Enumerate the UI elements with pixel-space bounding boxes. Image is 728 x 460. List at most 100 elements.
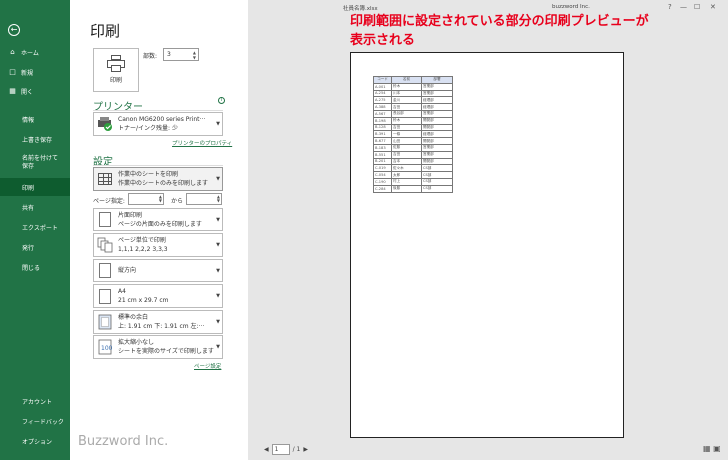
print-what-desc: 作業中のシートのみを印刷します: [118, 180, 209, 187]
page-navigator: ◀ 1 / 1 ▶: [264, 444, 308, 455]
scaling-desc: シートを実際のサイズで印刷します: [118, 348, 214, 355]
printer-name: Canon MG6200 series Print···: [118, 116, 206, 123]
page-from-input[interactable]: ▲ ▼: [128, 193, 164, 205]
prev-page-icon[interactable]: ◀: [264, 446, 269, 453]
sidebar-item-save[interactable]: 上書き保存: [0, 130, 70, 148]
copies-input[interactable]: 3 ▲ ▼: [163, 48, 199, 61]
next-page-icon[interactable]: ▶: [303, 446, 308, 453]
sidebar-item-home[interactable]: ⌂ ホーム: [0, 43, 70, 61]
margins-dropdown[interactable]: 標準の余白 上: 1.91 cm 下: 1.91 cm 左:··· ▼: [93, 310, 223, 334]
table-row: B-198 鈴木 開発部: [373, 116, 453, 125]
divider: [93, 165, 223, 166]
page-title: 印刷: [90, 22, 121, 40]
show-margins-icon[interactable]: ▦: [703, 444, 711, 453]
column-header: 名前: [391, 76, 422, 84]
table-cell: B-183: [373, 143, 392, 152]
print-settings-panel: 印刷 印刷 部数: 3 ▲ ▼ プリンター i Canon MG6200 seri…: [70, 0, 248, 460]
chevron-down-icon: ▼: [216, 293, 220, 299]
copies-value: 3: [167, 51, 171, 58]
table-cell: C-284: [373, 184, 392, 193]
orientation-dropdown[interactable]: 縦方向 ▼: [93, 259, 223, 282]
column-header: 部署: [421, 76, 453, 84]
spin-icon[interactable]: ▲ ▼: [159, 195, 162, 203]
back-arrow-icon[interactable]: ←: [8, 24, 20, 36]
table-row: C-190 村上 CS部: [373, 177, 453, 186]
sidebar-item-label: 名前を付けて保存: [22, 155, 59, 170]
sidebar-item-account[interactable]: アカウント: [0, 392, 70, 410]
sidebar-item-save-as[interactable]: 名前を付けて保存: [0, 152, 70, 174]
current-page-input[interactable]: 1: [271, 444, 290, 455]
zoom-page-icon[interactable]: ▣: [713, 444, 721, 453]
maximize-icon[interactable]: ☐: [694, 3, 700, 11]
sidebar-item-feedback[interactable]: フィードバック: [0, 412, 70, 430]
collate-icon: [95, 235, 115, 255]
page-setup-link[interactable]: ページ設定: [194, 362, 221, 370]
column-header: コード: [373, 76, 392, 84]
table-cell: 吉田: [391, 103, 422, 111]
table-cell: 山田: [391, 137, 422, 145]
printer-icon: [106, 55, 126, 73]
table-cell: 鈴木: [391, 82, 422, 91]
spin-icon[interactable]: ▲ ▼: [217, 195, 220, 203]
page-range-label: ページ指定:: [93, 198, 125, 205]
copies-spin-icon[interactable]: ▲ ▼: [193, 50, 196, 60]
table-row: A-254 川本 営業部: [373, 89, 453, 98]
table-cell: CS部: [421, 177, 453, 186]
table-cell: 開発部: [421, 123, 453, 132]
sidebar-item-label: 開く: [21, 88, 34, 96]
user-name: buzzword Inc.: [552, 4, 590, 10]
sidebar-item-info[interactable]: 情報: [0, 110, 70, 128]
sidebar-item-export[interactable]: エクスポート: [0, 218, 70, 236]
table-row: B-677 山田 開発部: [373, 137, 453, 145]
printer-properties-link[interactable]: プリンターのプロパティ: [172, 139, 232, 147]
table-row: B-128 吉田 開発部: [373, 123, 453, 132]
table-cell: 開発部: [421, 157, 453, 166]
table-cell: A-567: [373, 109, 392, 118]
folder-open-icon: ▦: [9, 87, 16, 95]
info-icon[interactable]: i: [218, 97, 225, 104]
table-cell: CS部: [421, 171, 453, 179]
scaling-icon: 100: [95, 337, 115, 357]
margins-desc: 上: 1.91 cm 下: 1.91 cm 左:···: [118, 323, 205, 330]
table-cell: A-001: [373, 82, 392, 91]
print-button[interactable]: 印刷: [93, 48, 139, 92]
chevron-down-icon: ▼: [216, 319, 220, 325]
table-cell: B-677: [373, 137, 392, 145]
table-row: B-551 吉田 営業部: [373, 150, 453, 159]
sidebar-item-open[interactable]: ▦ 開く: [0, 82, 70, 100]
backstage-sidebar: ← ⌂ ホーム □ 新規 ▦ 開く 情報 上書き保存 名前を付けて保存 印刷 共…: [0, 0, 70, 460]
printer-dropdown[interactable]: Canon MG6200 series Print··· トナー/インク残量: …: [93, 112, 223, 136]
paper-size-desc: 21 cm x 29.7 cm: [118, 297, 169, 304]
table-cell: 開発部: [421, 137, 453, 145]
table-row: C-019 佐々木 CS部: [373, 164, 453, 173]
minimize-icon[interactable]: —: [680, 3, 687, 11]
help-icon[interactable]: ?: [668, 3, 672, 11]
paper-size-dropdown[interactable]: A4 21 cm x 29.7 cm ▼: [93, 284, 223, 308]
sides-value: 片面印刷: [118, 211, 143, 219]
sidebar-item-options[interactable]: オプション: [0, 432, 70, 450]
table-cell: 経理部: [421, 96, 453, 105]
document-title: 社員名簿.xlsx: [343, 6, 378, 12]
collate-dropdown[interactable]: ページ単位で印刷 1,1,1 2,2,2 3,3,3 ▼: [93, 233, 223, 257]
scaling-dropdown[interactable]: 100 拡大縮小なし シートを実際のサイズで印刷します ▼: [93, 335, 223, 359]
sidebar-item-label: フィードバック: [22, 418, 64, 426]
table-cell: B-128: [373, 123, 392, 132]
sidebar-item-print[interactable]: 印刷: [0, 178, 70, 196]
table-row: A-388 吉田 経理部: [373, 103, 453, 111]
sidebar-item-publish[interactable]: 発行: [0, 238, 70, 256]
chevron-down-icon: ▼: [216, 242, 220, 248]
chevron-down-icon: ▼: [216, 176, 220, 182]
table-header-row: コード 名前 部署: [373, 76, 453, 84]
sidebar-item-share[interactable]: 共有: [0, 198, 70, 216]
table-cell: 営業部: [421, 89, 453, 98]
margins-icon: [95, 312, 115, 332]
table-row: A-275 金川 経理部: [373, 96, 453, 105]
table-cell: 経理部: [421, 130, 453, 139]
printer-status-icon: [95, 114, 115, 134]
page-to-input[interactable]: ▲ ▼: [186, 193, 222, 205]
sidebar-item-new[interactable]: □ 新規: [0, 63, 70, 81]
print-what-dropdown[interactable]: 作業中のシートを印刷 作業中のシートのみを印刷します ▼: [93, 167, 223, 191]
sides-dropdown[interactable]: 片面印刷 ページの片面のみを印刷します ▼: [93, 208, 223, 231]
sidebar-item-close[interactable]: 閉じる: [0, 258, 70, 276]
close-icon[interactable]: ✕: [710, 3, 716, 11]
